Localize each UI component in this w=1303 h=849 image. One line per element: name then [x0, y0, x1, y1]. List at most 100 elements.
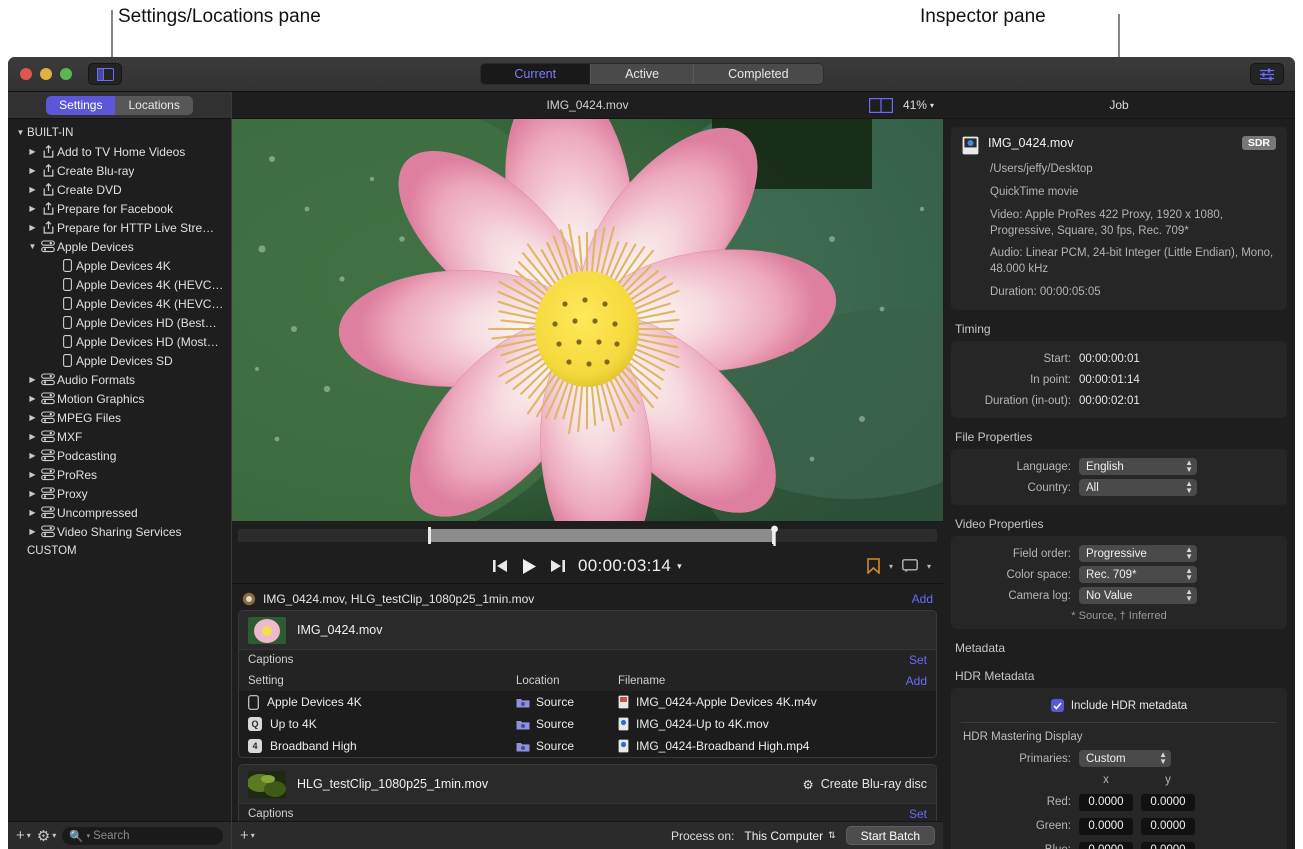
close-window-icon[interactable]	[20, 68, 32, 80]
disclosure-collapsed-icon[interactable]: ▶	[26, 166, 39, 175]
sidebar-item-prepare-for-facebook[interactable]: ▶Prepare for Facebook	[8, 199, 231, 218]
play-icon[interactable]	[521, 558, 537, 575]
timecode-display[interactable]: 00:00:03:14 ▾	[578, 556, 682, 576]
table-row[interactable]: Q Up to 4K Source	[239, 713, 936, 735]
minimize-window-icon[interactable]	[40, 68, 52, 80]
checkbox-checked-icon[interactable]	[1051, 699, 1064, 712]
sidebar-item-prores[interactable]: ▶ProRes	[8, 465, 231, 484]
outputs-add-button[interactable]: Add	[906, 674, 927, 688]
search-input[interactable]: 🔍 ▾ Search	[62, 827, 223, 845]
disclosure-expanded-icon[interactable]: ▼	[26, 242, 39, 251]
caption-icon[interactable]	[902, 559, 918, 573]
playhead-handle[interactable]	[769, 525, 780, 546]
color-space-select[interactable]: Rec. 709* ▲▼	[1079, 566, 1197, 583]
disclosure-collapsed-icon[interactable]: ▶	[26, 489, 39, 498]
field-order-select[interactable]: Progressive ▲▼	[1079, 545, 1197, 562]
inspector-tab-job[interactable]: Job	[943, 92, 1295, 119]
sidebar-item-apple-devices-4k[interactable]: Apple Devices 4K	[8, 256, 231, 275]
sidebar-item-proxy[interactable]: ▶Proxy	[8, 484, 231, 503]
batch-state-tabs[interactable]: Current Active Completed	[479, 63, 823, 85]
video-preview[interactable]	[232, 119, 943, 521]
tab-locations[interactable]: Locations	[115, 96, 192, 115]
sidebar-item-apple-devices-hd-most[interactable]: Apple Devices HD (Most…	[8, 332, 231, 351]
sidebar-item-apple-devices-sd[interactable]: Apple Devices SD	[8, 351, 231, 370]
job-card[interactable]: IMG_0424.mov Captions Set Setting Locati…	[238, 610, 937, 758]
sidebar-item-mpeg-files[interactable]: ▶MPEG Files	[8, 408, 231, 427]
disclosure-collapsed-icon[interactable]: ▶	[26, 413, 39, 422]
disclosure-collapsed-icon[interactable]: ▶	[26, 185, 39, 194]
captions-row[interactable]: Captions Set	[239, 803, 936, 821]
tab-settings[interactable]: Settings	[46, 96, 115, 115]
tab-current[interactable]: Current	[480, 64, 591, 84]
sidebar-item-apple-devices-4k-hevc[interactable]: Apple Devices 4K (HEVC…	[8, 294, 231, 313]
green-x-input[interactable]: 0.0000	[1079, 818, 1133, 835]
tab-active[interactable]: Active	[591, 64, 694, 84]
disclosure-expanded-icon[interactable]: ▼	[14, 128, 27, 137]
scrubber[interactable]	[232, 521, 943, 549]
job-title-row[interactable]: HLG_testClip_1080p25_1min.mov ⚙ Create B…	[239, 765, 936, 803]
toggle-inspector-button[interactable]	[1250, 63, 1284, 85]
zoom-window-icon[interactable]	[60, 68, 72, 80]
sidebar-item-mxf[interactable]: ▶MXF	[8, 427, 231, 446]
tree-group-built-in[interactable]: ▼ BUILT-IN	[8, 123, 231, 142]
toggle-sidebar-button[interactable]	[88, 63, 122, 85]
sidebar-item-add-to-tv-home-videos[interactable]: ▶Add to TV Home Videos	[8, 142, 231, 161]
captions-set-button[interactable]: Set	[909, 653, 927, 667]
include-hdr-metadata-row[interactable]: Include HDR metadata	[961, 695, 1277, 720]
inspector-file-path: /Users/jeffy/Desktop	[962, 162, 1276, 178]
start-batch-button[interactable]: Start Batch	[846, 826, 935, 845]
batch-add-button[interactable]: Add	[912, 592, 933, 606]
scrub-track[interactable]	[238, 529, 937, 542]
job-action[interactable]: ⚙ Create Blu-ray disc	[802, 777, 927, 792]
disclosure-collapsed-icon[interactable]: ▶	[26, 375, 39, 384]
sidebar-item-audio-formats[interactable]: ▶Audio Formats	[8, 370, 231, 389]
split-view-icon[interactable]	[869, 98, 893, 113]
captions-row[interactable]: Captions Set	[239, 649, 936, 670]
go-to-start-icon[interactable]	[493, 559, 508, 573]
blue-y-input[interactable]: 0.0000	[1141, 842, 1195, 849]
sidebar-item-apple-devices[interactable]: ▼Apple Devices	[8, 237, 231, 256]
disclosure-collapsed-icon[interactable]: ▶	[26, 508, 39, 517]
job-card[interactable]: HLG_testClip_1080p25_1min.mov ⚙ Create B…	[238, 764, 937, 821]
sidebar-item-create-blu-ray[interactable]: ▶Create Blu-ray	[8, 161, 231, 180]
sidebar-item-prepare-for-http-live-stre[interactable]: ▶Prepare for HTTP Live Stre…	[8, 218, 231, 237]
red-x-input[interactable]: 0.0000	[1079, 794, 1133, 811]
captions-set-button[interactable]: Set	[909, 807, 927, 821]
sidebar-item-apple-devices-hd-best[interactable]: Apple Devices HD (Best…	[8, 313, 231, 332]
sidebar-item-podcasting[interactable]: ▶Podcasting	[8, 446, 231, 465]
process-on-popup[interactable]: This Computer ⇅	[744, 829, 835, 843]
sidebar-tab-group[interactable]: Settings Locations	[46, 96, 193, 115]
tree-group-custom[interactable]: CUSTOM	[8, 541, 231, 560]
marker-icon[interactable]	[867, 558, 880, 574]
job-title-row[interactable]: IMG_0424.mov	[239, 611, 936, 649]
disclosure-collapsed-icon[interactable]: ▶	[26, 394, 39, 403]
add-job-button[interactable]: +▾	[240, 827, 255, 844]
tab-completed[interactable]: Completed	[694, 64, 822, 84]
sidebar-item-video-sharing-services[interactable]: ▶Video Sharing Services	[8, 522, 231, 541]
sidebar-item-motion-graphics[interactable]: ▶Motion Graphics	[8, 389, 231, 408]
disclosure-collapsed-icon[interactable]: ▶	[26, 432, 39, 441]
disclosure-collapsed-icon[interactable]: ▶	[26, 470, 39, 479]
table-row[interactable]: Apple Devices 4K Source	[239, 691, 936, 713]
disclosure-collapsed-icon[interactable]: ▶	[26, 204, 39, 213]
sidebar-item-uncompressed[interactable]: ▶Uncompressed	[8, 503, 231, 522]
disclosure-collapsed-icon[interactable]: ▶	[26, 527, 39, 536]
language-select[interactable]: English ▲▼	[1079, 458, 1197, 475]
settings-action-button[interactable]: ⚙▾	[37, 827, 56, 845]
zoom-level-popup[interactable]: 41% ▾	[903, 98, 934, 112]
sidebar-item-apple-devices-4k-hevc[interactable]: Apple Devices 4K (HEVC…	[8, 275, 231, 294]
green-y-input[interactable]: 0.0000	[1141, 818, 1195, 835]
go-to-end-icon[interactable]	[550, 559, 565, 573]
blue-x-input[interactable]: 0.0000	[1079, 842, 1133, 849]
add-setting-button[interactable]: +▾	[16, 827, 31, 844]
sidebar-item-create-dvd[interactable]: ▶Create DVD	[8, 180, 231, 199]
table-row[interactable]: 4 Broadband High Source	[239, 735, 936, 757]
country-select[interactable]: All ▲▼	[1079, 479, 1197, 496]
in-point-handle[interactable]	[428, 527, 431, 544]
red-y-input[interactable]: 0.0000	[1141, 794, 1195, 811]
primaries-select[interactable]: Custom ▲▼	[1079, 750, 1171, 767]
disclosure-collapsed-icon[interactable]: ▶	[26, 223, 39, 232]
disclosure-collapsed-icon[interactable]: ▶	[26, 147, 39, 156]
camera-log-select[interactable]: No Value ▲▼	[1079, 587, 1197, 604]
disclosure-collapsed-icon[interactable]: ▶	[26, 451, 39, 460]
